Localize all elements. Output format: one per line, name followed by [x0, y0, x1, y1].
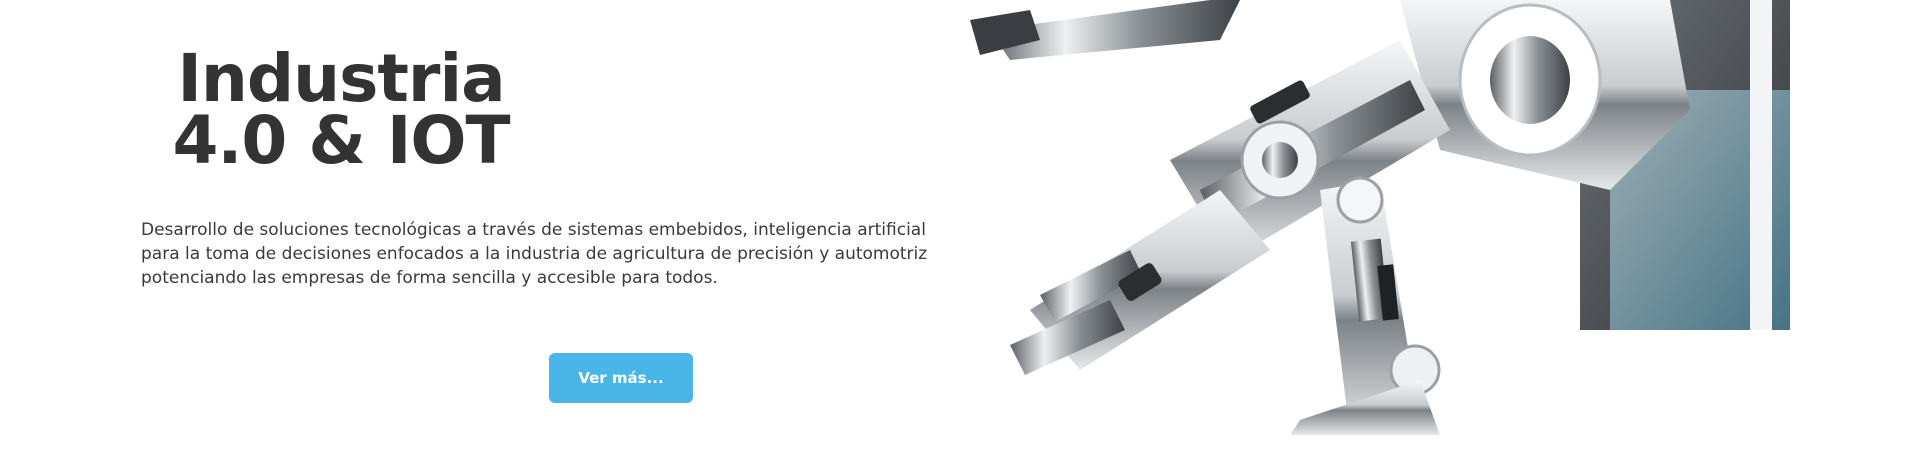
shoulder-joint-core: [1490, 36, 1570, 124]
elbow-joint: [1336, 176, 1384, 224]
hero-title-line-1: Industria: [177, 40, 505, 117]
ver-mas-button[interactable]: Ver más...: [549, 353, 693, 403]
hero-description: Desarrollo de soluciones tecnológicas a …: [141, 220, 928, 288]
wrist-joint-core: [1262, 142, 1298, 178]
robotic-arm-illustration: [970, 0, 1790, 435]
hero-section: Industria 4.0 & IOT Desarrollo de soluci…: [0, 0, 1920, 465]
hero-title: Industria 4.0 & IOT: [141, 40, 541, 179]
robotic-arm-image: [970, 0, 1800, 435]
hero-title-line-2: 4.0 & IOT: [172, 102, 510, 179]
arm-housing-edge: [1750, 0, 1772, 330]
